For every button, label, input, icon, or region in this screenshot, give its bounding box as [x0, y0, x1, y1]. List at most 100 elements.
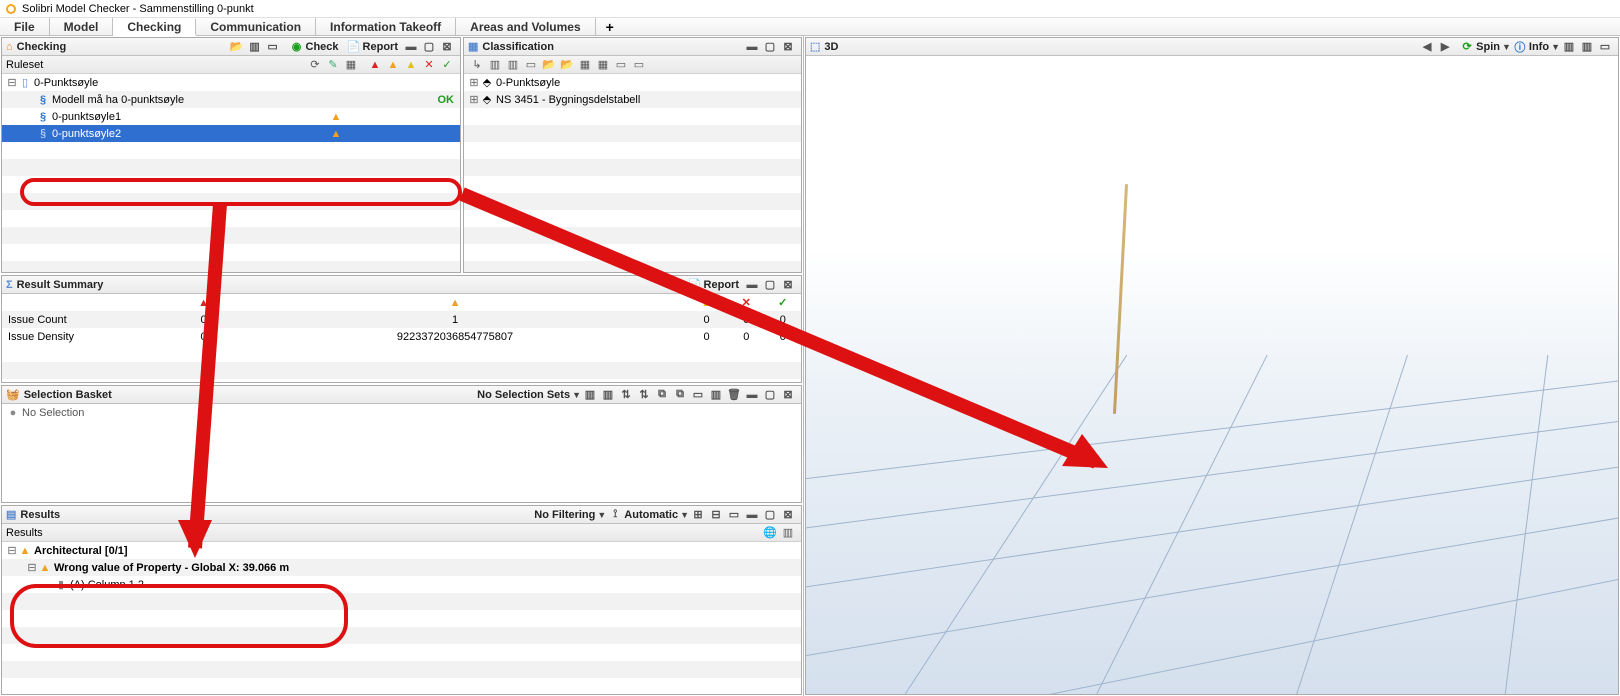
cl-tool-4[interactable]: ▭	[523, 57, 539, 73]
results-tree[interactable]: ⊟▲ Architectural [0/1] ⊟▲ Wrong value of…	[2, 542, 801, 694]
cl-close-icon[interactable]: ⊠	[780, 39, 796, 55]
cl-tool-6[interactable]: 📂	[559, 57, 575, 73]
results-row-0[interactable]: ⊟▲ Architectural [0/1]	[2, 542, 801, 559]
res-tool-1[interactable]: ⊞	[690, 507, 706, 523]
tab-add[interactable]: +	[596, 18, 624, 35]
sev-red-icon[interactable]: ▲	[367, 57, 383, 73]
rule-row-1[interactable]: § 0-punktsøyle1 ▲	[2, 108, 460, 125]
tab-communication[interactable]: Communication	[196, 18, 316, 35]
toolbar-icon-1[interactable]: ⟳	[307, 57, 323, 73]
close-icon[interactable]: ⊠	[439, 39, 455, 55]
rs-max-icon[interactable]: ▢	[762, 277, 778, 293]
3d-icon: ⬚	[810, 40, 820, 53]
res-sub-2[interactable]: ▥	[780, 525, 796, 541]
tab-infotakeoff[interactable]: Information Takeoff	[316, 18, 456, 35]
tab-checking[interactable]: Checking	[113, 19, 196, 36]
sb-max-icon[interactable]: ▢	[762, 387, 778, 403]
cl-tool-10[interactable]: ▭	[631, 57, 647, 73]
cl-tool-2[interactable]: ▥	[487, 57, 503, 73]
3d-tool-3[interactable]: ▭	[1597, 39, 1613, 55]
cl-tool-5[interactable]: 📂	[541, 57, 557, 73]
auto-icon[interactable]: ⟟	[607, 507, 623, 523]
sb-tool-5[interactable]: ⧉	[654, 387, 670, 403]
max-icon[interactable]: ▢	[421, 39, 437, 55]
cl-tool-1[interactable]: ↳	[469, 57, 485, 73]
rs-report-icon[interactable]: 📄	[687, 277, 703, 293]
res-max-icon[interactable]: ▢	[762, 507, 778, 523]
window-titlebar: Solibri Model Checker - Sammenstilling 0…	[0, 0, 1620, 18]
cl-tool-8[interactable]: ▦	[595, 57, 611, 73]
rule-row-2[interactable]: § 0-punktsøyle2 ▲	[2, 125, 460, 142]
classification-row-1[interactable]: ⊞⬘ NS 3451 - Bygningsdelstabell	[464, 91, 801, 108]
ruleset-root[interactable]: ⊟ ▯ 0-Punktsøyle	[2, 74, 460, 91]
nav-fwd-icon[interactable]: ▶	[1437, 39, 1453, 55]
tab-file[interactable]: File	[0, 18, 50, 35]
3d-tool-2[interactable]: ▥	[1579, 39, 1595, 55]
ruleset-tree[interactable]: ⊟ ▯ 0-Punktsøyle § Modell må ha 0-punkts…	[2, 74, 460, 272]
cl-tool-7[interactable]: ▦	[577, 57, 593, 73]
res-tool-3[interactable]: ▭	[726, 507, 742, 523]
automatic-dropdown[interactable]: Automatic	[624, 509, 678, 521]
sb-tool-7[interactable]: ▭	[690, 387, 706, 403]
tab-areas[interactable]: Areas and Volumes	[456, 18, 595, 35]
info-icon[interactable]: ⓘ	[1512, 39, 1528, 55]
3d-panel-title: 3D	[824, 41, 838, 53]
res-min-icon[interactable]: ▬	[744, 507, 760, 523]
rs-min-icon[interactable]: ▬	[744, 277, 760, 293]
folder-icon[interactable]: ▭	[265, 39, 281, 55]
sb-tool-2[interactable]: ▥	[600, 387, 616, 403]
rule-row-0[interactable]: § Modell må ha 0-punktsøyle OK	[2, 91, 460, 108]
results-row-2[interactable]: ▮ (A) Column.1.2	[2, 576, 801, 593]
sev-yellow-icon[interactable]: ▲	[403, 57, 419, 73]
info-dropdown[interactable]: Info	[1529, 41, 1549, 53]
sb-min-icon[interactable]: ▬	[744, 387, 760, 403]
sb-tool-6[interactable]: ⧉	[672, 387, 688, 403]
res-sub-1[interactable]: 🌐	[762, 525, 778, 541]
spin-icon[interactable]: ⟳	[1459, 39, 1475, 55]
cl-max-icon[interactable]: ▢	[762, 39, 778, 55]
check-button[interactable]: Check	[306, 41, 339, 53]
sb-tool-4[interactable]: ⇅	[636, 387, 652, 403]
app-icon	[6, 4, 16, 14]
res-close-icon[interactable]: ⊠	[780, 507, 796, 523]
sev-orange-icon[interactable]: ▲	[385, 57, 401, 73]
open-icon[interactable]: 📂	[229, 39, 245, 55]
col-red-icon: ▲	[198, 297, 209, 309]
report-button[interactable]: Report	[363, 41, 398, 53]
3d-tool-1[interactable]: ▥	[1561, 39, 1577, 55]
tab-model[interactable]: Model	[50, 18, 114, 35]
spin-dropdown[interactable]: Spin	[1476, 41, 1500, 53]
sb-close-icon[interactable]: ⊠	[780, 387, 796, 403]
min-icon[interactable]: ▬	[403, 39, 419, 55]
cl-tool-9[interactable]: ▭	[613, 57, 629, 73]
rs-report-button[interactable]: Report	[704, 279, 739, 291]
sb-tool-8[interactable]: ▥	[708, 387, 724, 403]
filtering-dropdown[interactable]: No Filtering	[534, 509, 595, 521]
disk-icon[interactable]: ▥	[247, 39, 263, 55]
rs-close-icon[interactable]: ⊠	[780, 277, 796, 293]
sb-tool-3[interactable]: ⇅	[618, 387, 634, 403]
ruleset-header: Ruleset ⟳ ✎ ▦ ▲ ▲ ▲ ✕ ✓	[2, 56, 460, 74]
cl-tool-3[interactable]: ▥	[505, 57, 521, 73]
no-selection-sets-dropdown[interactable]: No Selection Sets	[477, 389, 570, 401]
classification-toolbar: ↳ ▥ ▥ ▭ 📂 📂 ▦ ▦ ▭ ▭	[464, 56, 801, 74]
check-run-icon[interactable]: ◉	[289, 39, 305, 55]
toolbar-icon-3[interactable]: ▦	[343, 57, 359, 73]
sev-ok-icon[interactable]: ✓	[439, 57, 455, 73]
sb-tool-1[interactable]: ▥	[582, 387, 598, 403]
classification-tree[interactable]: ⊞⬘ 0-Punktsøyle ⊞⬘ NS 3451 - Bygningsdel…	[464, 74, 801, 272]
rs-tool-1[interactable]: ▦	[669, 277, 685, 293]
3d-viewport[interactable]	[806, 56, 1618, 694]
classification-row-0[interactable]: ⊞⬘ 0-Punktsøyle	[464, 74, 801, 91]
res-tool-2[interactable]: ⊟	[708, 507, 724, 523]
sev-x-icon[interactable]: ✕	[421, 57, 437, 73]
report-icon[interactable]: 📄	[346, 39, 362, 55]
toolbar-icon-2[interactable]: ✎	[325, 57, 341, 73]
cl-min-icon[interactable]: ▬	[744, 39, 760, 55]
col-x-icon: ✕	[742, 297, 751, 309]
sb-tool-9[interactable]: 🗑	[726, 387, 742, 403]
results-row-1[interactable]: ⊟▲ Wrong value of Property - Global X: 3…	[2, 559, 801, 576]
nav-back-icon[interactable]: ◀	[1419, 39, 1435, 55]
main-tabbar: File Model Checking Communication Inform…	[0, 18, 1620, 36]
col-ok-icon: ✓	[778, 297, 787, 309]
